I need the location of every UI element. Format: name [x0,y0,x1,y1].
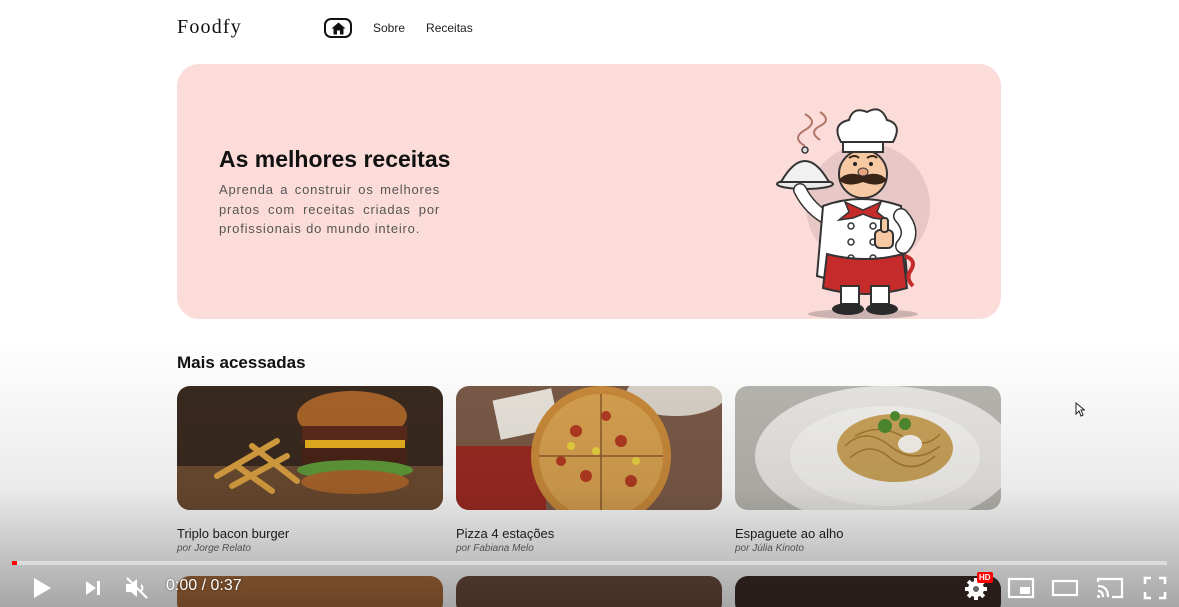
miniplayer-icon [1007,577,1035,599]
play-icon [34,578,51,598]
miniplayer-button[interactable] [1006,574,1036,602]
fullscreen-icon [1143,576,1167,600]
recipe-card-burger[interactable]: Triplo bacon burger por Jorge Relato [177,386,443,554]
chef-illustration [776,108,930,319]
recipe-author: por Fabiana Melo [456,543,534,554]
recipe-author: por Júlia Kinoto [735,543,804,554]
section-title: Mais acessadas [177,353,306,372]
next-icon [86,581,100,595]
recipe-title[interactable]: Triplo bacon burger [177,526,289,541]
home-icon [331,22,345,34]
time-display: 0:00 / 0:37 [166,577,242,594]
recipe-title[interactable]: Espaguete ao alho [735,526,843,541]
recipe-card-spaghetti[interactable]: Espaguete ao alho por Júlia Kinoto [735,386,1001,554]
cast-button[interactable] [1094,574,1126,602]
nav-link-sobre[interactable]: Sobre [373,21,405,35]
mute-button[interactable] [122,574,152,602]
spaghetti-image [735,386,1001,510]
recipe-image-spaghetti[interactable] [735,386,1001,510]
fullscreen-button[interactable] [1140,574,1170,602]
theater-icon [1051,579,1079,597]
player-controls: 0:00 / 0:37 HD [0,568,1179,607]
next-button[interactable] [80,574,106,602]
hero-title: As melhores receitas [219,146,451,172]
pizza-image [456,386,722,510]
hero-description: Aprenda a construir os melhores pratos c… [219,182,440,236]
hero-banner: As melhores receitas Aprenda a construir… [177,64,1001,319]
theater-mode-button[interactable] [1050,574,1080,602]
play-button[interactable] [28,574,56,602]
burger-image [177,386,443,510]
recipe-author: por Jorge Relato [177,543,251,554]
hd-badge: HD [977,572,993,583]
settings-button[interactable]: HD [962,572,993,602]
recipe-card-pizza[interactable]: Pizza 4 estações por Fabiana Melo [456,386,722,554]
recipe-image-burger[interactable] [177,386,443,510]
logo[interactable]: Foodfy [177,16,242,39]
mouse-cursor-icon [1075,402,1085,417]
nav-link-receitas[interactable]: Receitas [426,21,473,35]
progress-fill [12,561,17,565]
main-nav: Sobre Receitas [324,18,473,38]
progress-bar[interactable] [12,561,1167,565]
recipe-image-pizza[interactable] [456,386,722,510]
cast-icon [1096,577,1124,599]
volume-muted-icon [126,577,148,599]
home-button[interactable] [324,18,352,38]
recipe-title[interactable]: Pizza 4 estações [456,526,554,541]
